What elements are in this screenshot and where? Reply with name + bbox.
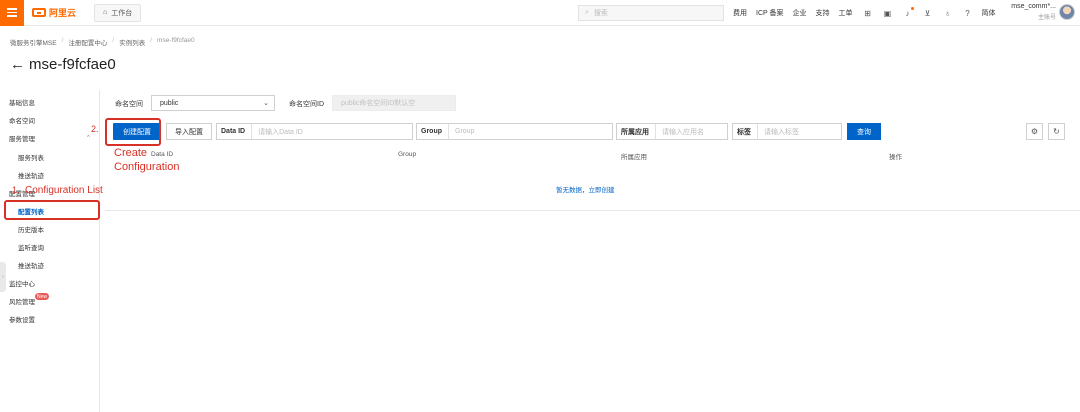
tag-input[interactable]: 请输入标签 [758, 127, 799, 137]
app-label: 所属应用 [617, 124, 656, 139]
query-button[interactable]: 查询 [847, 123, 881, 140]
breadcrumb-item-registry[interactable]: 注册配置中心 [68, 37, 107, 47]
annotation-box-create-config [105, 118, 161, 146]
sidebar-item-config-push-trace[interactable]: 推送轨迹 [18, 260, 44, 270]
app-input[interactable]: 请输入应用名 [656, 127, 704, 137]
sidebar-item-listen-query[interactable]: 监听查询 [18, 242, 44, 252]
sidebar-item-service-mgmt[interactable]: 服务管理 [9, 133, 35, 143]
tag-label: 标签 [733, 124, 758, 139]
new-badge: New [35, 293, 50, 300]
data-id-label: Data ID [217, 124, 253, 139]
annotation-step1-text: Configuration List [25, 185, 103, 196]
aliyun-logo[interactable]: 阿里云 [32, 6, 82, 19]
annotation-step2-line2: Configuration [114, 161, 180, 173]
notification-dot [910, 7, 914, 10]
namespace-id-label: 命名空间ID [289, 101, 324, 108]
data-id-filter[interactable]: Data ID 请输入Data ID [216, 123, 413, 140]
avatar[interactable] [1059, 4, 1075, 20]
sidebar-toggle[interactable]: › [0, 262, 6, 292]
app-filter[interactable]: 所属应用 请输入应用名 [616, 123, 728, 140]
search-input[interactable]: ⌕ 搜索 [578, 5, 724, 21]
sidebar-item-basic-info[interactable]: 基础信息 [9, 97, 35, 107]
settings-icon[interactable]: ⚙ [1026, 123, 1043, 140]
breadcrumb-separator: / [150, 37, 153, 44]
aliyun-logo-icon [32, 8, 46, 17]
sidebar-item-namespace[interactable]: 命名空间 [9, 115, 35, 125]
lightbulb-icon[interactable]: ♁ [943, 8, 953, 18]
chevron-right-icon: › [2, 274, 4, 280]
nav-link-enterprise[interactable]: 企业 [793, 8, 807, 18]
empty-create-link[interactable]: 暂无数据，立即创建 [556, 184, 615, 194]
cart-icon[interactable]: ⊻ [923, 8, 933, 18]
back-arrow-icon[interactable]: ← [10, 56, 25, 73]
column-app: 所属应用 [621, 154, 647, 161]
breadcrumb-item-current: mse-f9fcfae0 [157, 37, 195, 44]
annotation-step2-line1: Create [114, 147, 148, 159]
sidebar-item-service-push-trace[interactable]: 推送轨迹 [18, 170, 44, 180]
namespace-label: 命名空间 [115, 101, 143, 108]
language-switch[interactable]: 简体 [982, 8, 996, 18]
annotation-step1-number: 1. [12, 185, 20, 195]
group-label: Group [417, 124, 449, 139]
top-nav-links: 费用 ICP 备案 企业 支持 工单 ⊞ ▣ ♪ ⊻ ♁ ? 简体 [724, 0, 996, 26]
column-actions: 操作 [889, 154, 902, 161]
tag-filter[interactable]: 标签 请输入标签 [732, 123, 842, 140]
group-input[interactable]: Group [449, 128, 474, 135]
sidebar-item-history[interactable]: 历史版本 [18, 224, 44, 234]
namespace-select[interactable]: public ⌄ [151, 95, 275, 111]
sidebar-item-risk[interactable]: 风险管理 [9, 296, 35, 306]
sidebar: 基础信息 命名空间 服务管理 ^ 服务列表 推送轨迹 配置管理 配置列表 历史版… [0, 90, 100, 412]
account-info[interactable]: mse_comm*... 主账号 [1004, 3, 1056, 21]
nav-link-icp[interactable]: ICP 备案 [756, 8, 784, 18]
home-icon: ⌂ [103, 9, 108, 16]
breadcrumb-separator: / [61, 37, 64, 44]
table-header: Data ID Group 所属应用 操作 [105, 145, 1080, 165]
account-role: 主账号 [1037, 15, 1056, 21]
nav-link-support[interactable]: 支持 [816, 8, 830, 18]
nav-link-ticket[interactable]: 工单 [839, 8, 853, 18]
menu-icon[interactable] [0, 0, 24, 26]
group-filter[interactable]: Group Group [416, 123, 613, 140]
page-title: ← mse-f9fcfae0 [10, 56, 116, 73]
table-divider [105, 210, 1080, 211]
refresh-icon[interactable]: ↻ [1048, 123, 1065, 140]
nav-link-billing[interactable]: 费用 [733, 8, 747, 18]
page-title-text: mse-f9fcfae0 [29, 56, 116, 73]
chevron-down-icon: ⌄ [263, 100, 269, 107]
breadcrumb-item-mse[interactable]: 微服务引擎MSE [10, 37, 57, 47]
cloud-shell-icon[interactable]: ⊞ [863, 8, 873, 18]
data-id-input[interactable]: 请输入Data ID [252, 127, 303, 137]
bell-icon[interactable]: ♪ [903, 7, 914, 18]
sidebar-item-params[interactable]: 参数设置 [9, 314, 35, 324]
account-name: mse_comm*... [1011, 3, 1056, 10]
search-icon: ⌕ [585, 9, 589, 16]
namespace-id-field: public命名空间ID默认空 [332, 95, 456, 111]
column-data-id: Data ID [151, 151, 174, 158]
import-config-button[interactable]: 导入配置 [166, 123, 212, 140]
column-group: Group [398, 151, 417, 158]
breadcrumb-separator: / [112, 37, 115, 44]
breadcrumb: 微服务引擎MSE / 注册配置中心 / 实例列表 / mse-f9fcfae0 [10, 37, 195, 47]
sidebar-item-service-list[interactable]: 服务列表 [18, 152, 44, 162]
help-icon[interactable]: ? [963, 8, 973, 18]
annotation-box-config-list [4, 200, 100, 220]
breadcrumb-item-instances[interactable]: 实例列表 [119, 37, 145, 47]
sidebar-item-monitor[interactable]: 监控中心 [9, 278, 35, 288]
workbench-button[interactable]: ⌂ 工作台 [94, 3, 142, 22]
terminal-icon[interactable]: ▣ [883, 8, 893, 18]
chevron-up-icon[interactable]: ^ [87, 135, 90, 141]
annotation-step2-number: 2. [91, 124, 99, 134]
